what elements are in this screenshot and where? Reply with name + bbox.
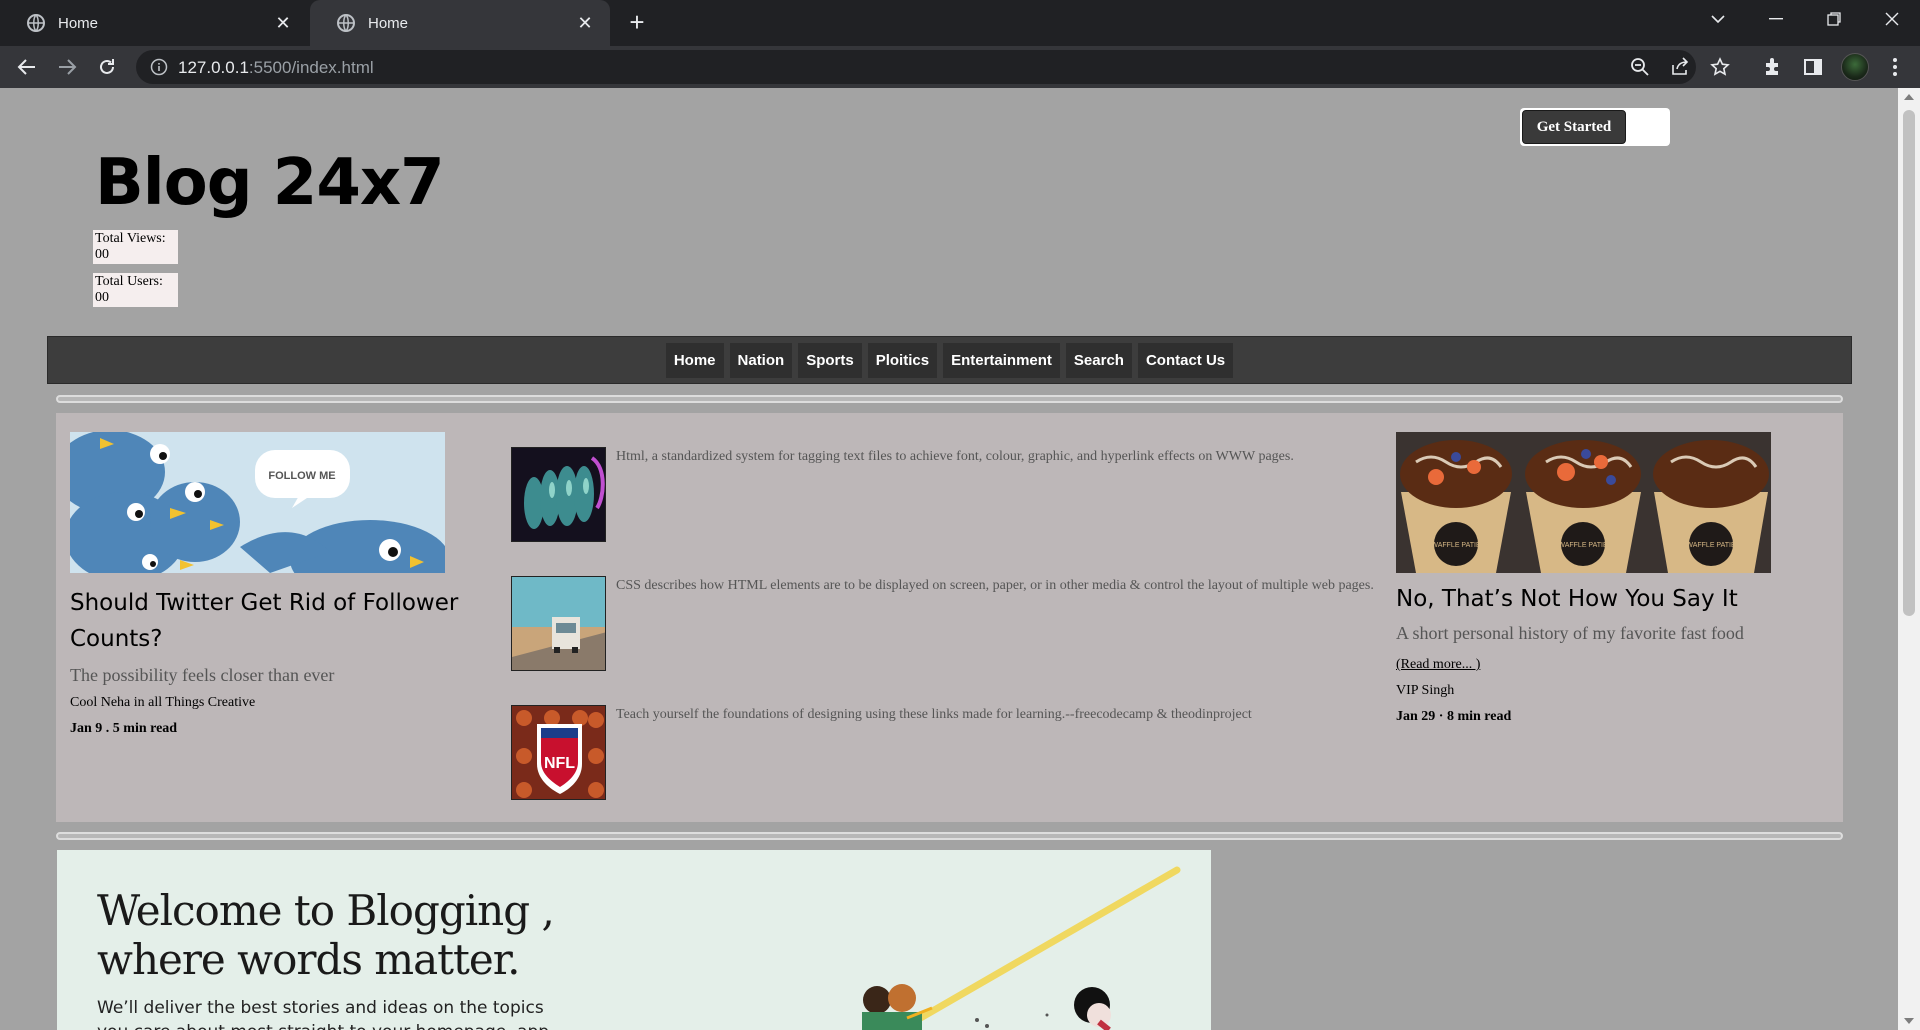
nfl-logo-text: NFL [544,755,575,772]
welcome-banner: Welcome to Blogging , where words matter… [57,850,1211,1030]
globe-icon [337,14,355,32]
right-article-meta: Jan 29 · 8 min read [1396,709,1512,724]
address-bar[interactable]: 127.0.0.1:5500/index.html [136,50,1730,84]
back-arrow-icon[interactable] [14,54,40,80]
scroll-up-icon[interactable] [1904,94,1914,100]
browser-tab-active[interactable]: Home ✕ [310,0,610,46]
restore-icon[interactable] [1806,0,1862,38]
bookmark-star-icon[interactable] [1710,57,1730,77]
waffle-cones-image[interactable]: WAFFLE PATIÉ WAFFLE PATIÉ WAFFLE PATIÉ [1396,432,1771,573]
html-thumbnail[interactable] [511,447,606,542]
left-article-subtitle: The possibility feels closer than ever [70,665,335,685]
scrollbar-thumb[interactable] [1903,110,1915,616]
stat-label: Total Views: [95,231,166,246]
url-text: 127.0.0.1:5500/index.html [178,58,374,78]
cone-label: WAFFLE PATIÉ [1558,540,1608,549]
url-path: :5500/index.html [248,58,374,77]
tab-title: Home [58,14,99,32]
tab-title: Home [368,14,409,32]
minimize-icon[interactable] [1748,0,1804,38]
nav-sports[interactable]: Sports [798,342,862,378]
close-tab-icon[interactable]: ✕ [574,12,596,34]
profile-avatar[interactable] [1841,53,1869,81]
right-article-author: VIP Singh [1396,683,1455,698]
get-started-button[interactable]: Get Started [1522,110,1626,144]
share-icon[interactable] [1670,57,1690,77]
welcome-illustration [862,866,1181,1030]
browser-tab[interactable]: Home ✕ [0,0,308,46]
html-description: Html, a standardized system for tagging … [616,449,1294,464]
featured-articles: FOLLOW ME Should Twitter Get Rid of Foll… [56,413,1843,822]
nav-search[interactable]: Search [1065,342,1132,378]
total-views-stat: Total Views: 00 [93,230,178,264]
nfl-thumbnail[interactable]: NFL [511,705,606,800]
scroll-down-icon[interactable] [1904,1018,1914,1024]
browser-toolbar: 127.0.0.1:5500/index.html [0,46,1920,88]
info-icon[interactable] [150,58,168,76]
css-thumbnail[interactable] [511,576,606,671]
reload-icon[interactable] [94,54,120,80]
cone-label: WAFFLE PATIÉ [1431,540,1481,549]
vertical-scrollbar[interactable] [1898,88,1920,1030]
cone-label: WAFFLE PATIÉ [1686,540,1736,549]
left-article-title[interactable]: Should Twitter Get Rid of Follower Count… [70,585,460,657]
follow-me-text: FOLLOW ME [268,470,335,482]
close-window-icon[interactable] [1864,0,1920,38]
get-started-wrapper: Get Started [1520,108,1670,146]
twitter-birds-image[interactable]: FOLLOW ME [70,432,445,573]
nav-nation[interactable]: Nation [729,342,793,378]
welcome-body: We’ll deliver the best stories and ideas… [97,998,554,1030]
page-viewport: Get Started Blog 24x7 Total Views: 00 To… [0,88,1898,1030]
css-description: CSS describes how HTML elements are to b… [616,578,1374,593]
design-description: Teach yourself the foundations of design… [616,707,1252,722]
divider [56,832,1843,840]
nav-contact-us[interactable]: Contact Us [1137,342,1234,378]
side-panel-icon[interactable] [1802,56,1824,78]
globe-icon [27,14,45,32]
right-article-subtitle: A short personal history of my favorite … [1396,623,1744,643]
new-tab-icon[interactable]: + [624,9,650,36]
zoom-icon[interactable] [1630,57,1650,77]
stat-value: 00 [95,247,109,262]
close-tab-icon[interactable]: ✕ [272,12,294,34]
main-nav: Home Nation Sports Ploitics Entertainmen… [47,336,1852,384]
stat-label: Total Users: [95,274,163,289]
tab-search-icon[interactable] [1690,0,1746,38]
welcome-heading: Welcome to Blogging , where words matter… [97,886,555,984]
tab-strip: Home ✕ Home ✕ + [0,0,1920,46]
total-users-stat: Total Users: 00 [93,273,178,307]
nav-entertainment[interactable]: Entertainment [943,342,1060,378]
divider [56,395,1843,403]
stat-value: 00 [95,290,109,305]
left-article-author: Cool Neha in all Things Creative [70,695,256,710]
left-article-meta: Jan 9 . 5 min read [70,721,178,736]
read-more-link[interactable]: (Read more... ) [1396,657,1480,673]
nav-politics[interactable]: Ploitics [867,342,938,378]
nav-home[interactable]: Home [665,342,724,378]
menu-kebab-icon[interactable] [1884,56,1906,78]
forward-arrow-icon[interactable] [54,54,80,80]
extensions-puzzle-icon[interactable] [1762,56,1784,78]
url-host: 127.0.0.1 [178,58,249,77]
right-article-title[interactable]: No, That’s Not How You Say It [1396,581,1816,617]
site-title: Blog 24x7 [95,146,445,220]
